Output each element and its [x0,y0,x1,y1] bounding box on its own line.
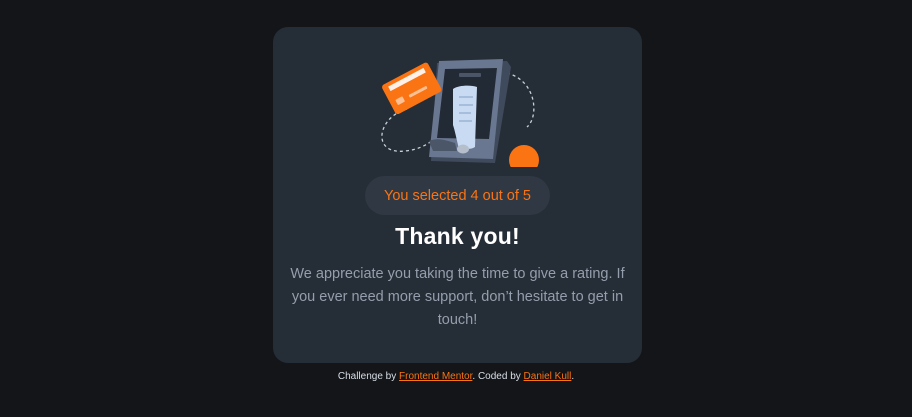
attribution-suffix: . [571,371,575,382]
author-link[interactable]: Daniel Kull [524,371,572,382]
attribution-prefix: Challenge by [337,371,400,382]
thank-you-message: We appreciate you taking the time to giv… [290,266,625,328]
attribution-middle: . Coded by [472,371,524,382]
payment-phone-illustration-icon [377,55,539,167]
page: You selected 4 out of 5 Thank you! We ap… [0,0,912,417]
selected-rating-text: You selected 4 out of 5 [384,187,531,204]
thank-you-card: You selected 4 out of 5 Thank you! We ap… [273,27,642,363]
selected-rating-badge: You selected 4 out of 5 [365,176,550,215]
thank-you-title: Thank you! [395,223,520,249]
attribution: Challenge by Frontend Mentor. Coded by D… [0,371,912,382]
frontend-mentor-link[interactable]: Frontend Mentor [399,371,472,382]
